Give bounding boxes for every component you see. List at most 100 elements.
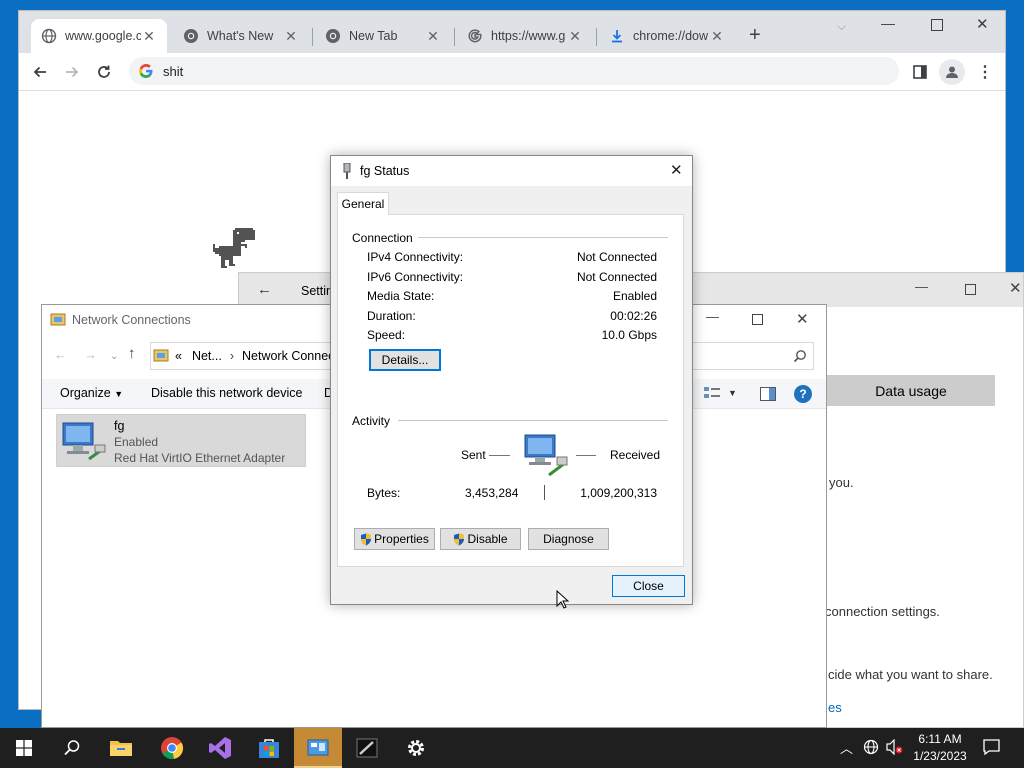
chevron-down-icon[interactable]: ⌄ bbox=[110, 351, 118, 362]
divider bbox=[398, 420, 668, 421]
notification-icon[interactable] bbox=[983, 739, 1000, 755]
tab-downloads[interactable]: chrome://dow ✕ bbox=[599, 19, 735, 53]
chevron-up-icon[interactable]: ︿ bbox=[840, 738, 853, 757]
settings-title: Settin bbox=[301, 284, 333, 298]
close-window-icon[interactable]: ✕ bbox=[796, 310, 809, 328]
tab-google-https[interactable]: https://www.g ✕ bbox=[457, 19, 593, 53]
tab-title: www.google.c bbox=[65, 29, 141, 43]
back-icon[interactable] bbox=[27, 59, 53, 85]
help-icon[interactable]: ? bbox=[794, 385, 812, 403]
profile-icon[interactable] bbox=[939, 59, 965, 85]
minimize-icon[interactable]: — bbox=[915, 279, 928, 294]
search-icon[interactable] bbox=[48, 728, 96, 768]
network-app-icon[interactable] bbox=[343, 728, 391, 768]
settings-link[interactable]: es bbox=[828, 700, 842, 715]
close-window-icon[interactable]: ✕ bbox=[976, 15, 989, 33]
clock-time[interactable]: 6:11 AM bbox=[910, 732, 970, 746]
close-window-icon[interactable]: ✕ bbox=[1009, 279, 1022, 297]
dialog-titlebar: fg Status ✕ bbox=[331, 156, 692, 186]
chrome-icon[interactable] bbox=[148, 728, 196, 768]
clock-date[interactable]: 1/23/2023 bbox=[910, 749, 970, 763]
close-tab-icon[interactable]: ✕ bbox=[709, 28, 725, 45]
field-label: Duration: bbox=[367, 309, 416, 323]
reload-icon[interactable] bbox=[91, 59, 117, 85]
breadcrumb-item[interactable]: Net... bbox=[192, 349, 222, 363]
windows-start-icon[interactable] bbox=[0, 728, 48, 768]
field-label: Media State: bbox=[367, 289, 435, 303]
tab-strip: www.google.c ✕ What's New ✕ New Tab ✕ ht… bbox=[19, 11, 1005, 53]
network-adapter-icon bbox=[61, 419, 107, 463]
breadcrumb-item[interactable]: Network Connec bbox=[242, 349, 334, 363]
breadcrumb-chevrons[interactable]: « bbox=[175, 349, 182, 363]
settings-text: cide what you want to share. bbox=[828, 667, 993, 682]
close-tab-icon[interactable]: ✕ bbox=[567, 28, 583, 45]
sent-line bbox=[489, 455, 510, 456]
network-globe-icon[interactable] bbox=[863, 739, 879, 755]
preview-pane-icon[interactable] bbox=[760, 387, 776, 401]
adapter-item[interactable]: fg Enabled Red Hat VirtIO Ethernet Adapt… bbox=[56, 414, 306, 467]
bytes-label: Bytes: bbox=[367, 486, 401, 500]
file-explorer-icon[interactable] bbox=[97, 728, 145, 768]
settings-text: you. bbox=[829, 475, 854, 490]
menu-icon[interactable]: ⋮ bbox=[972, 59, 998, 85]
forward-icon[interactable] bbox=[59, 59, 85, 85]
control-panel-icon[interactable] bbox=[294, 728, 342, 768]
close-tab-icon[interactable]: ✕ bbox=[425, 28, 441, 45]
google-g-icon bbox=[139, 64, 153, 78]
field-label: IPv4 Connectivity: bbox=[367, 250, 464, 264]
tab-google[interactable]: www.google.c ✕ bbox=[31, 19, 167, 53]
chrome-icon bbox=[183, 28, 199, 44]
chevron-down-icon[interactable]: ⌵ bbox=[837, 19, 846, 34]
field-label: Speed: bbox=[367, 328, 406, 342]
settings-gear-icon[interactable] bbox=[392, 728, 440, 768]
download-icon bbox=[609, 28, 625, 44]
close-dialog-icon[interactable]: ✕ bbox=[670, 161, 683, 179]
back-arrow-icon[interactable]: ← bbox=[257, 281, 272, 298]
search-icon[interactable] bbox=[793, 349, 807, 363]
field-value: Not Connected bbox=[576, 270, 657, 284]
new-tab-icon[interactable]: + bbox=[749, 25, 761, 45]
back-arrow-icon[interactable]: ← bbox=[54, 347, 67, 362]
details-button[interactable]: Details... bbox=[369, 349, 441, 371]
disable-device-button[interactable]: Disable this network device bbox=[151, 386, 302, 400]
connection-group-label: Connection bbox=[352, 231, 413, 245]
maximize-icon[interactable] bbox=[752, 314, 763, 325]
omnibox[interactable]: shit bbox=[129, 57, 899, 85]
chrome-toolbar: shit ⋮ bbox=[19, 53, 1005, 91]
disable-button[interactable]: Disable bbox=[440, 528, 521, 550]
store-icon[interactable] bbox=[245, 728, 293, 768]
side-panel-icon[interactable] bbox=[907, 59, 933, 85]
data-usage-button[interactable]: Data usage bbox=[827, 375, 995, 406]
field-value: Enabled bbox=[612, 289, 657, 303]
window-title: Network Connections bbox=[72, 313, 191, 327]
disable-label: Disable bbox=[467, 532, 508, 546]
caret-down-icon[interactable]: ▼ bbox=[728, 388, 737, 398]
maximize-icon[interactable] bbox=[931, 19, 943, 31]
properties-button[interactable]: Properties bbox=[354, 528, 435, 550]
google-g-icon bbox=[467, 28, 483, 44]
tab-separator bbox=[312, 28, 313, 46]
received-line bbox=[576, 455, 596, 456]
organize-button[interactable]: Organize ▼ bbox=[60, 386, 123, 400]
close-button[interactable]: Close bbox=[612, 575, 685, 597]
received-label: Received bbox=[610, 448, 661, 462]
maximize-icon[interactable] bbox=[965, 284, 976, 295]
tab-separator bbox=[454, 28, 455, 46]
minimize-icon[interactable]: — bbox=[706, 309, 719, 324]
tab-general[interactable]: General bbox=[337, 192, 389, 215]
forward-arrow-icon[interactable]: → bbox=[84, 347, 97, 362]
visual-studio-icon[interactable] bbox=[196, 728, 244, 768]
close-tab-icon[interactable]: ✕ bbox=[283, 28, 299, 45]
close-tab-icon[interactable]: ✕ bbox=[141, 28, 157, 45]
view-options-icon[interactable] bbox=[704, 386, 720, 400]
volume-muted-icon[interactable] bbox=[886, 739, 904, 755]
shield-icon bbox=[453, 533, 465, 546]
tab-whats-new[interactable]: What's New ✕ bbox=[173, 19, 309, 53]
bytes-divider bbox=[544, 485, 545, 500]
network-activity-icon bbox=[523, 433, 571, 479]
tab-new-tab[interactable]: New Tab ✕ bbox=[315, 19, 451, 53]
up-arrow-icon[interactable]: ↑ bbox=[128, 345, 136, 362]
sent-label: Sent bbox=[461, 448, 486, 462]
minimize-icon[interactable]: — bbox=[881, 15, 895, 31]
diagnose-button[interactable]: Diagnose bbox=[528, 528, 609, 550]
